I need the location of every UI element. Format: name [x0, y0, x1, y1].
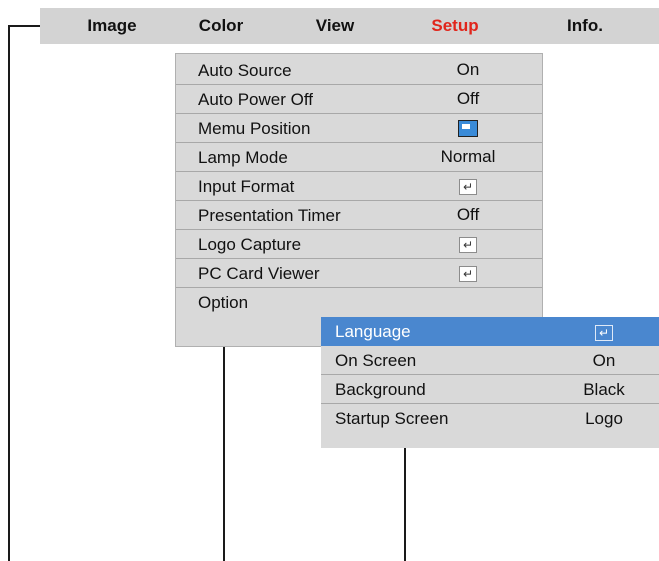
submenu-item-background[interactable]: Background Black	[321, 375, 659, 404]
tab-setup[interactable]: Setup	[405, 8, 505, 44]
submenu-item-value: On	[592, 351, 616, 370]
option-panel-connector-line	[404, 448, 406, 561]
menu-item-label: Auto Power Off	[198, 90, 313, 109]
enter-icon: ↵	[459, 237, 477, 253]
submenu-item-label: Startup Screen	[335, 409, 449, 428]
menu-item-label: Presentation Timer	[198, 206, 341, 225]
submenu-item-language[interactable]: Language ↵	[321, 317, 659, 346]
menu-item-logo-capture[interactable]: Logo Capture ↵	[176, 230, 542, 259]
tab-view[interactable]: View	[290, 8, 380, 44]
submenu-item-on-screen[interactable]: On Screen On	[321, 346, 659, 375]
menu-item-label: Option	[198, 293, 249, 312]
menu-item-option[interactable]: Option	[176, 288, 542, 317]
menu-item-menu-position[interactable]: Memu Position	[176, 114, 542, 143]
submenu-item-label: Language	[335, 322, 411, 341]
enter-icon: ↵	[459, 266, 477, 282]
main-menu-bar: Image Color View Setup Info.	[40, 8, 659, 44]
option-submenu-panel: Language ↵ On Screen On Background Black…	[321, 317, 659, 448]
submenu-item-label: On Screen	[335, 351, 417, 370]
tab-info[interactable]: Info.	[540, 8, 630, 44]
setup-menu-panel: Auto Source On Auto Power Off Off Memu P…	[175, 53, 543, 347]
menu-item-value: On	[456, 60, 480, 79]
menu-item-auto-source[interactable]: Auto Source On	[176, 56, 542, 85]
menu-item-label: Auto Source	[198, 61, 292, 80]
menu-item-lamp-mode[interactable]: Lamp Mode Normal	[176, 143, 542, 172]
menu-item-value: Off	[456, 205, 480, 224]
tab-color[interactable]: Color	[176, 8, 266, 44]
menu-item-value: Off	[456, 89, 480, 108]
menu-item-label: Memu Position	[198, 119, 311, 138]
menu-item-label: Lamp Mode	[198, 148, 288, 167]
submenu-item-value: Black	[583, 380, 625, 399]
left-connector-horizontal	[8, 25, 40, 27]
submenu-item-startup-screen[interactable]: Startup Screen Logo	[321, 404, 659, 433]
enter-icon: ↵	[459, 179, 477, 195]
enter-icon: ↵	[595, 325, 613, 341]
menu-item-pc-card-viewer[interactable]: PC Card Viewer ↵	[176, 259, 542, 288]
menu-item-label: Input Format	[198, 177, 295, 196]
menu-item-input-format[interactable]: Input Format ↵	[176, 172, 542, 201]
option-connector-line	[223, 347, 225, 561]
menu-position-icon	[458, 120, 478, 138]
menu-item-auto-power-off[interactable]: Auto Power Off Off	[176, 85, 542, 114]
submenu-item-value: Logo	[585, 409, 623, 428]
menu-item-value: Normal	[440, 147, 496, 166]
submenu-item-label: Background	[335, 380, 426, 399]
menu-item-label: Logo Capture	[198, 235, 302, 254]
left-connector-vertical	[8, 25, 10, 561]
tab-image[interactable]: Image	[67, 8, 157, 44]
menu-item-label: PC Card Viewer	[198, 264, 320, 283]
menu-item-presentation-timer[interactable]: Presentation Timer Off	[176, 201, 542, 230]
